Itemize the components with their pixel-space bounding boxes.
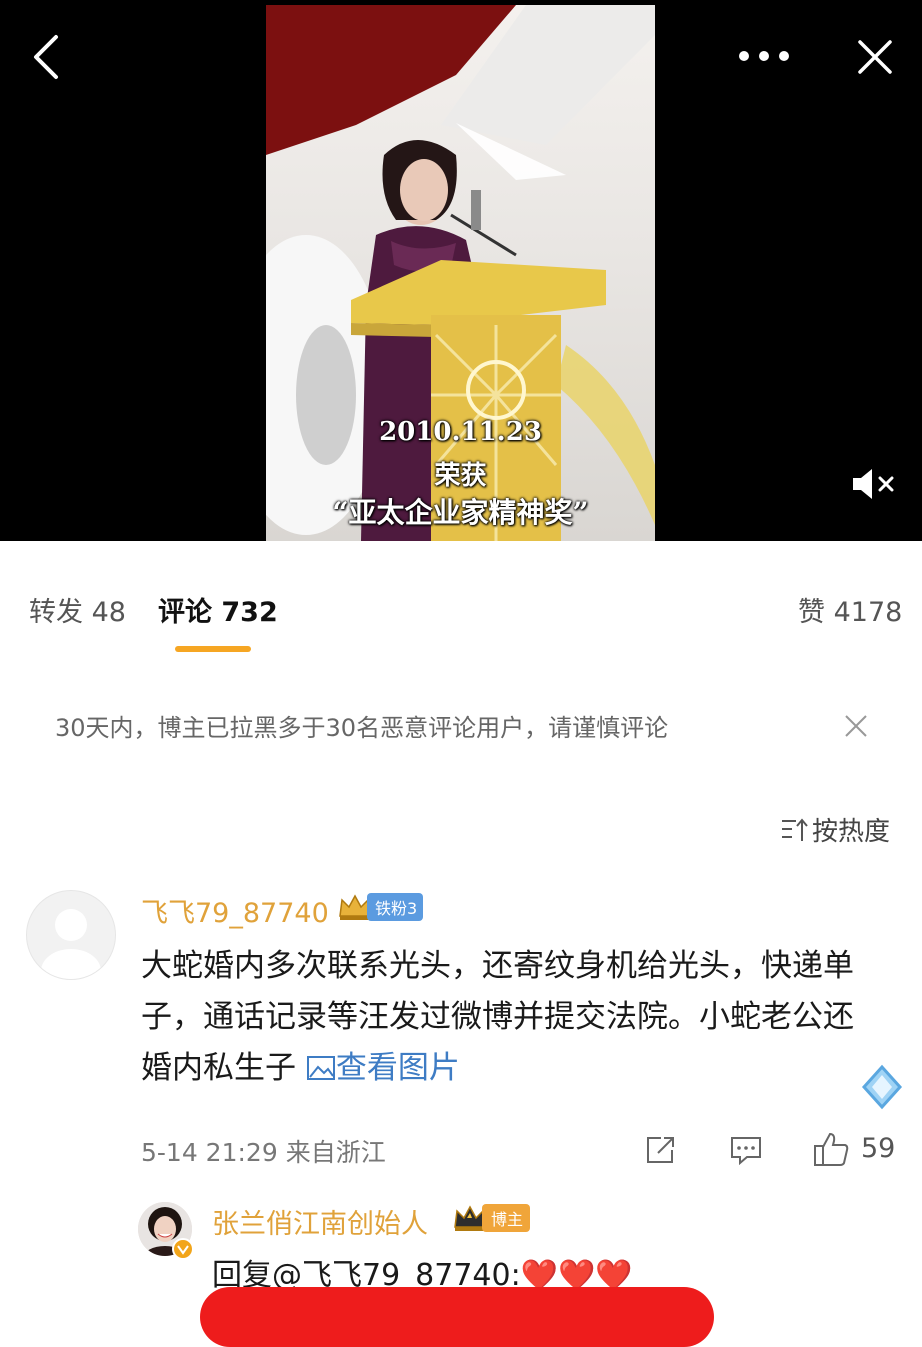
sort-label: 按热度	[812, 817, 891, 847]
red-redaction-mark	[200, 1287, 714, 1347]
author-badge: 博主	[452, 1203, 531, 1233]
more-button[interactable]	[732, 36, 796, 76]
active-tab-indicator	[175, 646, 251, 652]
comment-location: 来自浙江	[285, 1138, 386, 1167]
speaker-muted-icon	[853, 469, 894, 499]
dismiss-notice-button[interactable]	[838, 708, 874, 744]
comment-meta: 5-14 21:29 来自浙江	[141, 1133, 386, 1169]
author-badge-label: 博主	[482, 1204, 531, 1232]
sort-button[interactable]: 按热度	[780, 811, 890, 848]
verified-badge-icon	[172, 1238, 194, 1260]
diamond-sticker-icon	[861, 1064, 903, 1110]
like-button[interactable]	[810, 1128, 852, 1170]
thumbs-up-icon	[814, 1132, 849, 1166]
caption-award-name: “亚太企业家精神奖”	[332, 496, 589, 529]
image-icon	[306, 1056, 335, 1080]
video-player[interactable]: 2010.11.23 荣获 “亚太企业家精神奖”	[0, 0, 922, 541]
chevron-left-icon	[34, 35, 58, 79]
comment-timestamp: 5-14 21:29	[141, 1138, 278, 1167]
mute-button[interactable]	[848, 462, 898, 506]
close-button[interactable]	[850, 32, 900, 82]
comment-text: 大蛇婚内多次联系光头，还寄纹身机给光头，快递单子，通话记录等汪发过微博并提交法院…	[141, 948, 854, 1086]
sort-icon	[782, 817, 808, 841]
replier-username[interactable]: 张兰俏江南创始人	[212, 1202, 428, 1241]
like-count: 59	[861, 1133, 896, 1164]
share-icon	[647, 1137, 674, 1163]
video-frame: 2010.11.23 荣获 “亚太企业家精神奖”	[266, 5, 655, 541]
back-button[interactable]	[22, 30, 70, 84]
fan-badge-label: 铁粉3	[367, 893, 424, 921]
close-icon	[845, 715, 867, 737]
share-button[interactable]	[642, 1132, 680, 1168]
more-dots-icon	[739, 51, 789, 61]
close-icon	[858, 40, 892, 74]
tab-repost[interactable]: 转发 48	[29, 590, 126, 629]
default-avatar-icon	[41, 909, 101, 979]
fan-level-badge: 铁粉3	[337, 893, 424, 921]
caption-award-prefix: 荣获	[434, 461, 487, 491]
view-picture-label: 查看图片	[335, 1050, 460, 1086]
commenter-avatar[interactable]	[26, 890, 116, 980]
tab-likes[interactable]: 赞 4178	[798, 590, 902, 629]
tab-comments[interactable]: 评论 732	[158, 590, 278, 629]
comment-notice: 30天内，博主已拉黑多于30名恶意评论用户，请谨慎评论	[55, 714, 669, 742]
comment-bubble-icon	[731, 1137, 761, 1165]
comment-body: 大蛇婚内多次联系光头，还寄纹身机给光头，快递单子，通话记录等汪发过微博并提交法院…	[141, 941, 881, 1094]
caption-date: 2010.11.23	[379, 417, 542, 447]
view-picture-link[interactable]: 查看图片	[306, 1050, 460, 1086]
commenter-username[interactable]: 飞飞79_87740	[141, 891, 329, 930]
reply-button[interactable]	[727, 1132, 765, 1168]
